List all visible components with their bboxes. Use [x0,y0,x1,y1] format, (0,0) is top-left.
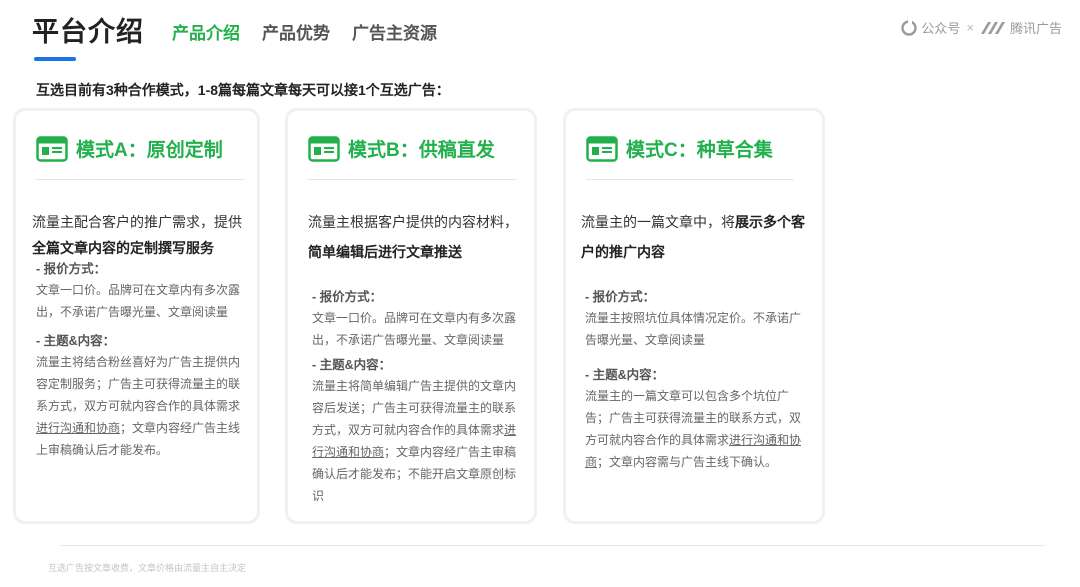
topic-text: 流量主的一篇文章可以包含多个坑位广告；广告主可获得流量主的联系方式，双方可就内容… [581,385,808,473]
topic-section: - 主题&内容： 流量主将简单编辑广告主提供的文章内容后发送；广告主可获得流量主… [308,355,520,507]
document-window-icon [36,135,68,162]
card-divider [308,179,516,180]
card-body: 流量主的一篇文章中，将展示多个客户的推广内容 - 报价方式： 流量主按照坑位具体… [581,207,808,473]
topic-text-part-2: ；文章内容需与广告主线下确认。 [597,455,778,469]
negotiate-link: 进行沟通和协商 [36,421,121,435]
brand-logo: 公众号 × 腾讯广告 [901,18,1062,37]
card-header: 模式C：种草合集 [586,135,773,162]
tab-product-intro[interactable]: 产品介绍 [172,19,240,44]
topic-text-part-1: 流量主将结合粉丝喜好为广告主提供内容定制服务；广告主可获得流量主的联系方式，双方… [36,355,241,413]
topic-section: - 主题&内容： 流量主将结合粉丝喜好为广告主提供内容定制服务；广告主可获得流量… [32,331,243,461]
pricing-text: 流量主按照坑位具体情况定价。不承诺广告曝光量、文章阅读量 [585,311,802,347]
brand-name-tencent-ads: 腾讯广告 [1009,21,1062,36]
title-underline [34,57,76,61]
card-title: 模式B：供稿直发 [348,140,495,161]
card-lead-bold-text: 全篇文章内容的定制撰写服务 [32,240,214,256]
card-divider [586,179,794,180]
topic-text-part-1: 流量主将简单编辑广告主提供的文章内容后发送；广告主可获得流量主的联系方式，双方可… [312,379,517,437]
document-window-icon [586,135,618,162]
footer-divider [60,545,1045,546]
card-lead-text: 流量主根据客户提供的内容材料， [308,214,518,230]
mode-card-b: 模式B：供稿直发 流量主根据客户提供的内容材料， 简单编辑后进行文章推送 - 报… [285,108,537,524]
pricing-title: - 报价方式： [312,290,383,304]
mode-card-c: 模式C：种草合集 流量主的一篇文章中，将展示多个客户的推广内容 - 报价方式： … [563,108,825,524]
card-lead: 流量主根据客户提供的内容材料， [308,207,520,237]
topic-text: 流量主将简单编辑广告主提供的文章内容后发送；广告主可获得流量主的联系方式，双方可… [308,375,520,507]
mode-card-a: 模式A：原创定制 流量主配合客户的推广需求，提供 全篇文章内容的定制撰写服务 -… [13,108,260,524]
card-lead-text: 流量主配合客户的推广需求，提供 [32,214,242,230]
topic-section: - 主题&内容： 流量主的一篇文章可以包含多个坑位广告；广告主可获得流量主的联系… [581,365,808,473]
tab-advertiser-resources[interactable]: 广告主资源 [352,19,437,44]
card-header: 模式B：供稿直发 [308,135,495,162]
card-lead-text: 流量主的一篇文章中，将 [581,214,735,230]
pricing-text: 文章一口价。品牌可在文章内有多次露出，不承诺广告曝光量、文章阅读量 [312,311,517,347]
card-lead: 流量主配合客户的推广需求，提供 [32,207,243,237]
topic-text: 流量主将结合粉丝喜好为广告主提供内容定制服务；广告主可获得流量主的联系方式，双方… [32,351,243,461]
topic-title: - 主题&内容： [312,358,392,372]
wechat-official-account-icon [901,19,918,36]
brand-separator: × [966,20,974,35]
tencent-ads-icon [980,21,1005,34]
card-lead: 流量主的一篇文章中，将展示多个客户的推广内容 [581,207,808,267]
card-lead-bold-text: 简单编辑后进行文章推送 [308,244,462,260]
document-window-icon [308,135,340,162]
card-header: 模式A：原创定制 [36,135,223,162]
page-title: 平台介绍 [32,17,144,47]
topic-title: - 主题&内容： [36,334,116,348]
pricing-title: - 报价方式： [36,262,107,276]
card-divider [36,179,244,180]
card-title: 模式A：原创定制 [76,140,223,161]
pricing-section: - 报价方式： 流量主按照坑位具体情况定价。不承诺广告曝光量、文章阅读量 [581,287,808,351]
topic-title: - 主题&内容： [585,368,665,382]
pricing-text: 文章一口价。品牌可在文章内有多次露出，不承诺广告曝光量、文章阅读量 [36,283,241,319]
card-body: 流量主配合客户的推广需求，提供 全篇文章内容的定制撰写服务 - 报价方式： 文章… [32,207,243,461]
brand-name-official-account: 公众号 [921,21,961,36]
card-title: 模式C：种草合集 [626,140,773,161]
pricing-section: - 报价方式： 文章一口价。品牌可在文章内有多次露出，不承诺广告曝光量、文章阅读… [308,287,520,351]
intro-text: 互选目前有3种合作模式，1-8篇每篇文章每天可以接1个互选广告： [36,82,450,98]
card-lead-bold: 全篇文章内容的定制撰写服务 [32,237,243,259]
card-lead-bold: 简单编辑后进行文章推送 [308,237,520,267]
card-body: 流量主根据客户提供的内容材料， 简单编辑后进行文章推送 - 报价方式： 文章一口… [308,207,520,507]
footnote: 互选广告按文章收费，文章价格由流量主自主决定 [48,563,247,573]
pricing-title: - 报价方式： [585,290,656,304]
tab-product-advantage[interactable]: 产品优势 [262,19,330,44]
